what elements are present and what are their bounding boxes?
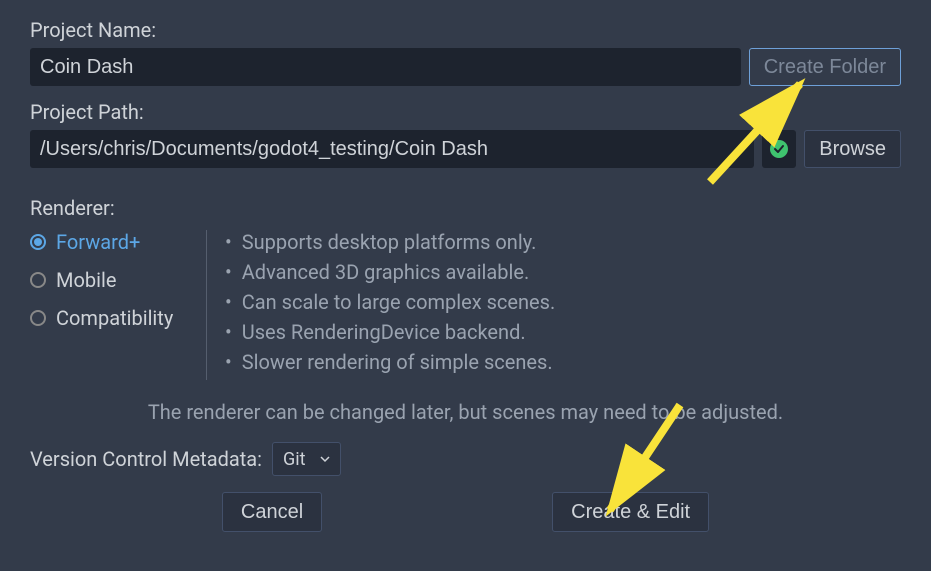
create-edit-button[interactable]: Create & Edit xyxy=(552,492,709,532)
renderer-note: The renderer can be changed later, but s… xyxy=(30,400,901,424)
renderer-options-group: Forward+ Mobile Compatibility xyxy=(30,230,206,380)
renderer-radio-label: Mobile xyxy=(56,268,116,292)
project-name-input[interactable] xyxy=(30,48,741,86)
renderer-radio-compatibility[interactable]: Compatibility xyxy=(30,306,192,330)
browse-button[interactable]: Browse xyxy=(804,130,901,168)
renderer-radio-mobile[interactable]: Mobile xyxy=(30,268,192,292)
renderer-desc-item: Supports desktop platforms only. xyxy=(225,230,555,254)
renderer-desc-item: Can scale to large complex scenes. xyxy=(225,290,555,314)
project-path-label: Project Path: xyxy=(30,100,901,124)
vcm-select[interactable]: Git xyxy=(272,442,341,476)
cancel-button[interactable]: Cancel xyxy=(222,492,322,532)
vcm-selected-value: Git xyxy=(283,449,306,470)
project-path-input[interactable] xyxy=(30,130,754,168)
create-folder-button[interactable]: Create Folder xyxy=(749,48,901,86)
path-status-ok-icon xyxy=(762,130,796,168)
renderer-desc-item: Slower rendering of simple scenes. xyxy=(225,350,555,374)
renderer-radio-label: Compatibility xyxy=(56,306,173,330)
vcm-label: Version Control Metadata: xyxy=(30,447,262,471)
radio-dot-icon xyxy=(30,272,46,288)
vertical-divider xyxy=(206,230,207,380)
project-name-label: Project Name: xyxy=(30,18,901,42)
renderer-description: Supports desktop platforms only. Advance… xyxy=(225,230,555,380)
new-project-dialog: Project Name: Create Folder Project Path… xyxy=(0,0,931,571)
renderer-radio-forwardplus[interactable]: Forward+ xyxy=(30,230,192,254)
renderer-radio-label: Forward+ xyxy=(56,230,140,254)
renderer-label: Renderer: xyxy=(30,196,901,220)
radio-dot-icon xyxy=(30,234,46,250)
renderer-desc-item: Uses RenderingDevice backend. xyxy=(225,320,555,344)
renderer-desc-item: Advanced 3D graphics available. xyxy=(225,260,555,284)
chevron-down-icon xyxy=(320,454,330,464)
radio-dot-icon xyxy=(30,310,46,326)
